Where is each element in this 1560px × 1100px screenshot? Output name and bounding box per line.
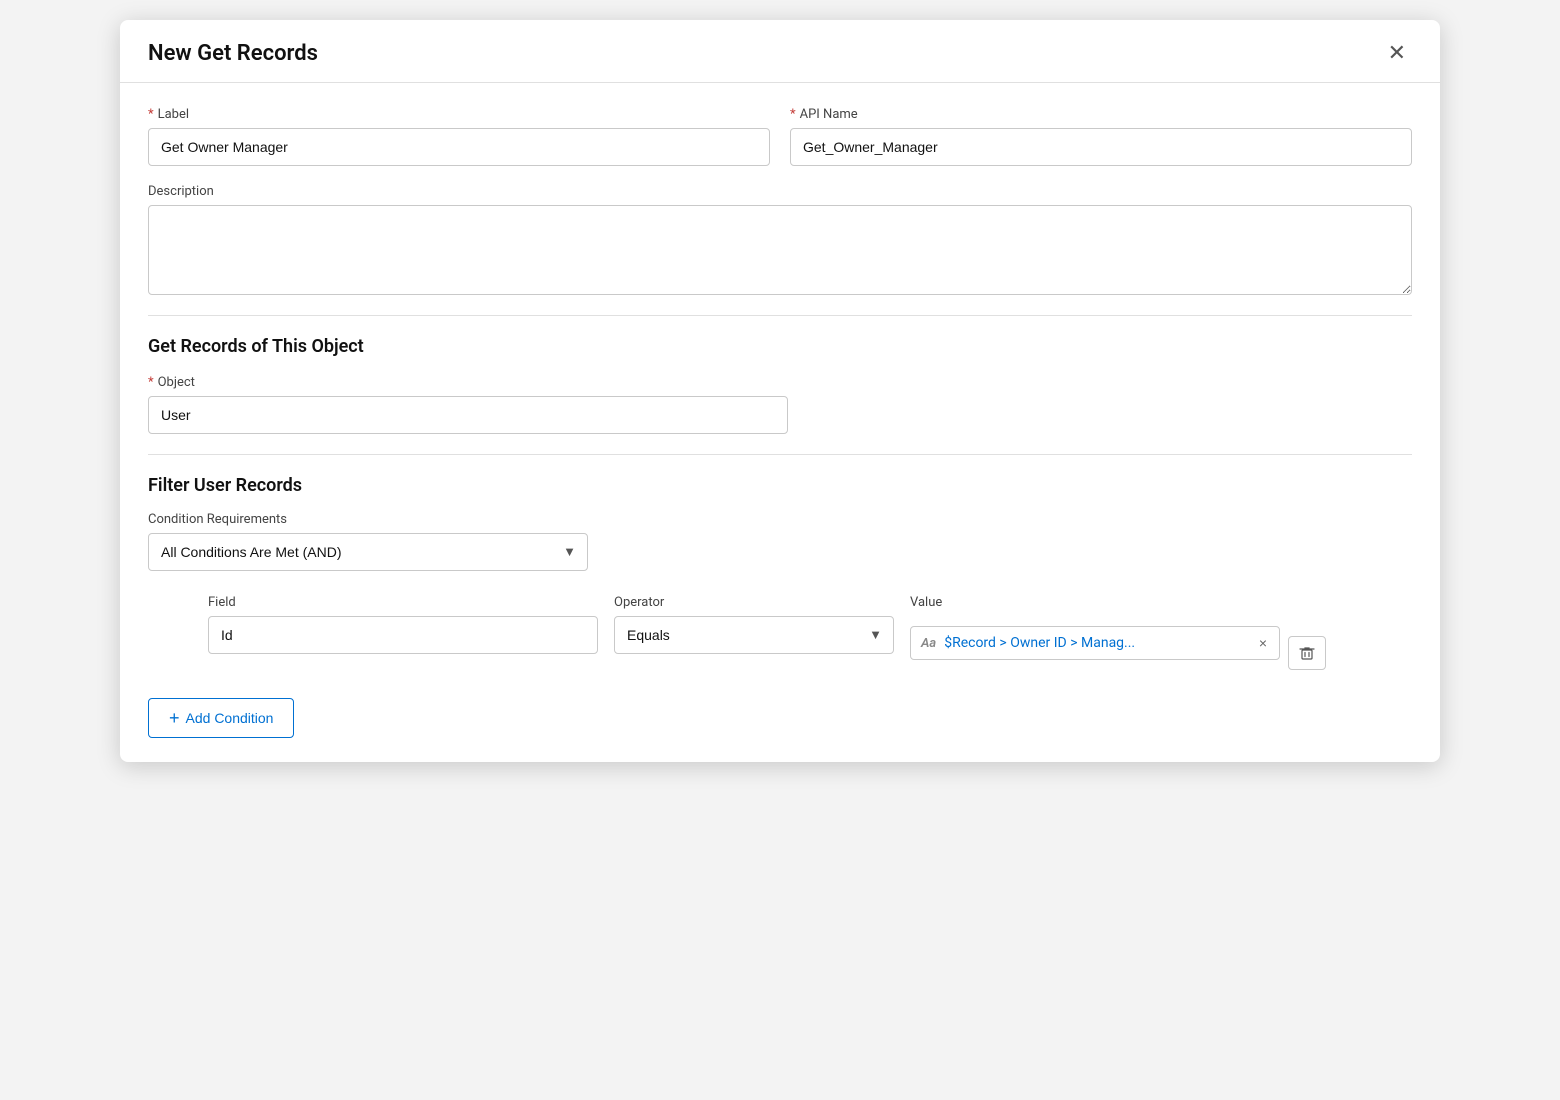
close-button[interactable]: ✕ (1382, 40, 1412, 66)
label-group: * Label (148, 107, 770, 166)
filter-section-title: Filter User Records (148, 475, 1412, 496)
object-required-star: * (148, 375, 154, 390)
field-col-label: Field (208, 595, 598, 610)
value-col: Value Aa $Record > Owner ID > Manag... × (910, 595, 1326, 670)
divider-2 (148, 454, 1412, 455)
modal-body: * Label * API Name Description Get Recor… (120, 83, 1440, 762)
field-input[interactable] (208, 616, 598, 654)
delete-condition-button[interactable] (1288, 636, 1326, 670)
value-text: $Record > Owner ID > Manag... (944, 635, 1251, 651)
object-section: Get Records of This Object * Object (148, 336, 1412, 434)
divider-1 (148, 315, 1412, 316)
object-input[interactable] (148, 396, 788, 434)
modal-container: New Get Records ✕ * Label * API Name (120, 20, 1440, 762)
condition-requirements-label: Condition Requirements (148, 512, 1412, 527)
value-field[interactable]: Aa $Record > Owner ID > Manag... × (910, 626, 1280, 660)
description-group: Description (148, 184, 1412, 295)
description-label: Description (148, 184, 1412, 199)
modal-header: New Get Records ✕ (120, 20, 1440, 83)
api-name-input[interactable] (790, 128, 1412, 166)
condition-select-wrap: All Conditions Are Met (AND) Any Conditi… (148, 533, 588, 571)
operator-select[interactable]: Equals Not Equal To Greater Than Less Th… (614, 616, 894, 654)
label-apiname-row: * Label * API Name (148, 107, 1412, 166)
value-clear-button[interactable]: × (1257, 636, 1269, 650)
trash-icon (1299, 645, 1315, 661)
api-name-field-label: * API Name (790, 107, 1412, 122)
filter-section: Filter User Records Condition Requiremen… (148, 475, 1412, 738)
plus-icon: + (169, 709, 180, 727)
value-type-icon: Aa (921, 636, 936, 651)
operator-col-label: Operator (614, 595, 894, 610)
object-section-title: Get Records of This Object (148, 336, 1412, 357)
operator-select-wrap: Equals Not Equal To Greater Than Less Th… (614, 616, 894, 654)
api-name-group: * API Name (790, 107, 1412, 166)
label-required-star: * (148, 107, 154, 122)
condition-requirements-select[interactable]: All Conditions Are Met (AND) Any Conditi… (148, 533, 588, 571)
label-input[interactable] (148, 128, 770, 166)
description-input[interactable] (148, 205, 1412, 295)
object-field-label: * Object (148, 375, 788, 390)
object-group: * Object (148, 375, 788, 434)
api-name-required-star: * (790, 107, 796, 122)
field-col: Field (208, 595, 598, 654)
condition-row: Field Operator Equals Not Equal To Great… (148, 595, 1412, 670)
add-condition-label: Add Condition (186, 710, 274, 726)
modal-title: New Get Records (148, 41, 318, 66)
value-wrap: Aa $Record > Owner ID > Manag... × (910, 616, 1326, 670)
operator-col: Operator Equals Not Equal To Greater Tha… (614, 595, 894, 654)
add-condition-button[interactable]: + Add Condition (148, 698, 294, 738)
value-col-label: Value (910, 595, 1326, 610)
label-field-label: * Label (148, 107, 770, 122)
